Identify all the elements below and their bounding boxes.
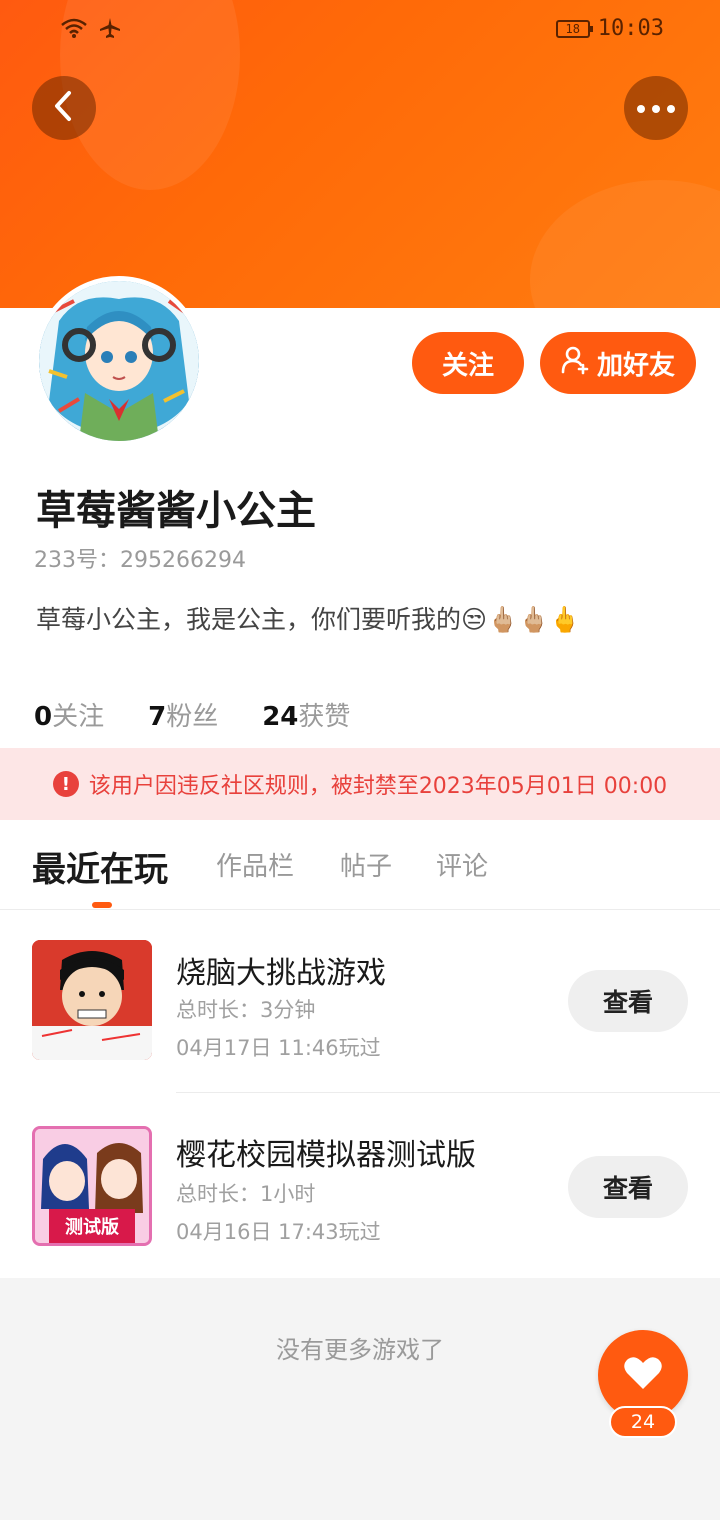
tab-works[interactable]: 作品栏 (216, 846, 294, 883)
status-icons-right: 18 10:03 (555, 16, 664, 41)
avatar[interactable] (34, 276, 204, 446)
stat-number: 7 (148, 702, 167, 732)
heart-icon (623, 1355, 663, 1395)
stat-label: 获赞 (298, 702, 351, 732)
stat-fans[interactable]: 7粉丝 (148, 696, 218, 733)
stat-label: 关注 (52, 702, 105, 732)
more-dots-icon (636, 99, 676, 118)
game-name: 烧脑大挑战游戏 (176, 956, 386, 991)
profile-banner: 18 10:03 (0, 0, 720, 308)
profile-stats: 0关注 7粉丝 24获赞 (34, 696, 350, 733)
banner-decoration (530, 180, 720, 308)
list-item[interactable]: 测试版 樱花校园模拟器测试版 总时长：1小时 04月16日 17:43玩过 查看 (0, 1094, 720, 1278)
add-user-icon (561, 345, 591, 382)
warning-icon: ! (52, 771, 79, 797)
stat-likes: 24获赞 (262, 696, 350, 733)
user-id: 233号：295266294 (34, 542, 246, 574)
stat-label: 粉丝 (166, 702, 219, 732)
more-options-button[interactable] (624, 76, 688, 140)
battery-icon: 18 (555, 19, 593, 38)
tab-posts[interactable]: 帖子 (340, 846, 392, 883)
airplane-icon (98, 16, 122, 44)
game-name: 樱花校园模拟器测试版 (176, 1138, 476, 1173)
follow-button-label: 关注 (441, 350, 494, 381)
view-button[interactable]: 查看 (568, 1156, 688, 1218)
active-tab-indicator (92, 902, 112, 908)
username: 草莓酱酱小公主 (36, 488, 316, 534)
tab-comments[interactable]: 评论 (436, 846, 488, 883)
profile-tabs: 最近在玩 作品栏 帖子 评论 (0, 820, 720, 910)
clock: 10:03 (597, 16, 664, 41)
game-icon: 测试版 (32, 1126, 152, 1246)
view-button[interactable]: 查看 (568, 970, 688, 1032)
stat-number: 24 (262, 702, 299, 732)
ban-notice-text: 该用户因违反社区规则，被封禁至2023年05月01日 00:00 (88, 774, 668, 799)
stat-following[interactable]: 0关注 (34, 696, 104, 733)
add-friend-button[interactable]: 加好友 (540, 332, 696, 394)
game-duration: 总时长：3分钟 (176, 998, 316, 1022)
battery-level: 18 (565, 21, 580, 36)
tab-recently-played[interactable]: 最近在玩 (32, 842, 168, 891)
game-last-played: 04月17日 11:46玩过 (176, 1036, 381, 1060)
profile-card: 关注 加好友 草莓酱酱小公主 233号：295266294 草莓小公主，我是公主… (0, 276, 720, 748)
game-list: 烧脑大挑战游戏 总时长：3分钟 04月17日 11:46玩过 查看 测试版 樱花… (0, 910, 720, 1278)
like-count-badge: 24 (609, 1406, 677, 1438)
add-friend-label: 加好友 (596, 350, 675, 381)
user-id-value: 295266294 (120, 548, 246, 573)
game-duration: 总时长：1小时 (176, 1182, 316, 1206)
test-version-badge: 测试版 (65, 1216, 119, 1238)
user-bio: 草莓小公主，我是公主，你们要听我的😒🖕🏼🖕🏼🖕 (36, 605, 581, 634)
wifi-icon (60, 17, 88, 43)
stat-number: 0 (34, 702, 53, 732)
follow-button[interactable]: 关注 (412, 332, 524, 394)
ban-notice: ! 该用户因违反社区规则，被封禁至2023年05月01日 00:00 (0, 748, 720, 820)
status-icons-left (60, 16, 122, 44)
back-button[interactable] (32, 76, 96, 140)
list-item[interactable]: 烧脑大挑战游戏 总时长：3分钟 04月17日 11:46玩过 查看 (0, 910, 720, 1094)
chevron-left-icon (49, 89, 79, 127)
user-id-label: 233号： (34, 548, 120, 573)
status-bar: 18 10:03 (0, 0, 720, 60)
divider (176, 1092, 720, 1093)
game-icon (32, 940, 152, 1060)
game-last-played: 04月16日 17:43玩过 (176, 1220, 381, 1244)
